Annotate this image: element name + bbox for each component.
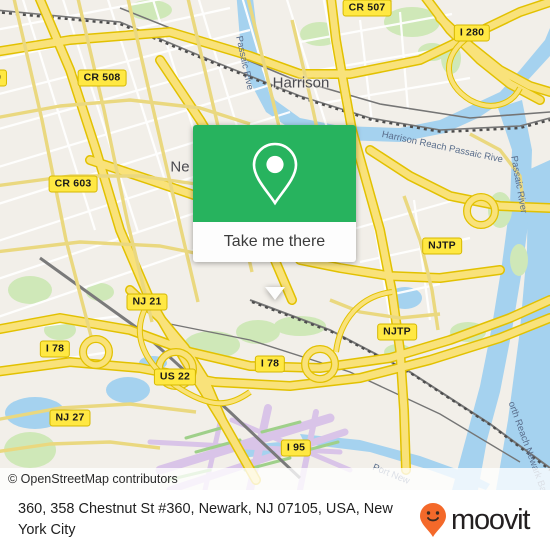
road-shield: CR 508 [77, 69, 127, 87]
popup-tail [265, 287, 285, 300]
popup-icon-area [193, 125, 356, 222]
road-shield: CR 603 [48, 175, 98, 193]
address-text: 360, 358 Chestnut St #360, Newark, NJ 07… [18, 501, 393, 538]
map-screenshot: Harrison Ne Passaic Rive Harrison Reach … [0, 0, 550, 550]
moovit-logo[interactable]: moovit [418, 502, 535, 538]
moovit-wordmark: moovit [451, 503, 530, 536]
road-shield: NJ 27 [49, 409, 91, 427]
location-popup-card[interactable]: Take me there [193, 125, 356, 300]
osm-attribution-text: © OpenStreetMap contributors [8, 472, 178, 486]
map-canvas[interactable]: Harrison Ne Passaic Rive Harrison Reach … [0, 0, 550, 490]
map-attribution-bar: © OpenStreetMap contributors [0, 468, 550, 490]
road-shield: I 280 [453, 24, 491, 42]
map-pin-icon [252, 142, 297, 205]
road-shield: I 78 [39, 340, 71, 358]
road-shield: CR 507 [342, 0, 392, 17]
road-shield: I 78 [254, 355, 286, 373]
road-shield: I 95 [280, 439, 312, 457]
take-me-there-button[interactable]: Take me there [193, 222, 356, 262]
road-shield: NJTP [422, 237, 462, 255]
road-shield: NJTP [377, 323, 417, 341]
footer-bar: 360, 358 Chestnut St #360, Newark, NJ 07… [0, 490, 550, 550]
moovit-pin-smiley-icon [420, 503, 446, 537]
take-me-there-label: Take me there [223, 233, 326, 250]
place-label: Ne [170, 158, 190, 176]
road-shield: 9 [0, 69, 8, 87]
road-shield: US 22 [153, 368, 197, 386]
place-label: Harrison [272, 74, 330, 92]
road-shield: NJ 21 [126, 293, 168, 311]
